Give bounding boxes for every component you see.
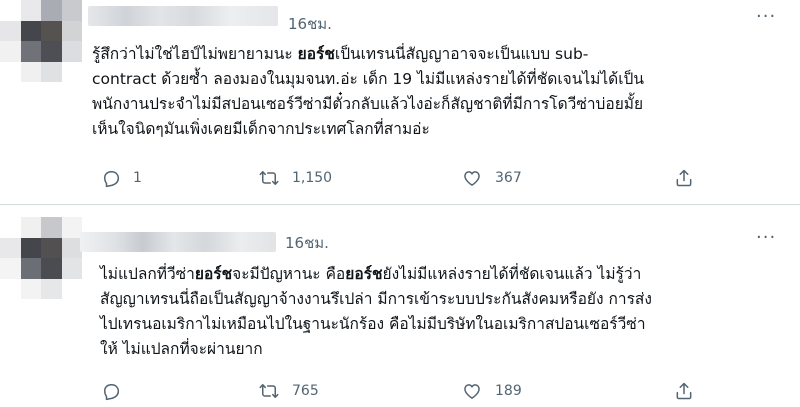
more-options-icon[interactable]: ··· — [756, 6, 776, 27]
reply-button[interactable]: 1 — [101, 168, 142, 188]
tweet-line: สัญญาเทรนนี่ถือเป็นสัญญาจ้างงานรึเปล่า ม… — [100, 290, 652, 308]
text-segment: ยังไม่มีแหล่งรายได้ที่ชัดเจนแล้ว ไม่รู้ว… — [382, 265, 642, 283]
bold-name: ยอร์ช — [194, 265, 233, 283]
retweet-button[interactable]: 1,150 — [258, 168, 332, 188]
retweet-count: 765 — [292, 383, 319, 399]
tweet-text: รู้สึกว่าไม่ใช่ไฮป์ไม่พยายามนะ ยอร์ชเป็น… — [92, 42, 644, 142]
tweet-line: contract ด้วยซ้ำ ลองมองในมุมจนท.อ่ะ เด็ก… — [92, 70, 644, 88]
timestamp[interactable]: 16ชม. — [285, 231, 329, 255]
bold-name: ยอร์ช — [345, 265, 383, 283]
like-icon — [464, 171, 480, 186]
like-button[interactable]: 367 — [461, 168, 522, 188]
tweet-line: ให้ ไม่แปลกที่จะผ่านยาก — [100, 340, 263, 358]
bold-name: ยอร์ช — [297, 45, 335, 63]
reply-count: 1 — [133, 170, 142, 186]
tweet-line: พนักงานประจำไม่มีสปอนเซอร์วีซ่ามีตั๋วกลั… — [92, 95, 644, 113]
tweet-line: เห็นใจนิดๆมันเพิ่งเคยมีเด็กจากประเทศโลกท… — [92, 120, 430, 138]
like-count: 189 — [495, 383, 522, 399]
reply-icon — [104, 171, 120, 188]
reply-button[interactable] — [101, 381, 133, 401]
share-button[interactable] — [674, 381, 694, 401]
tweet-2[interactable]: 16ชม. ··· ไม่แปลกที่วีซ่ายอร์ชจะมีปัญหาน… — [0, 205, 800, 407]
retweet-count: 1,150 — [292, 170, 333, 186]
text-segment: จะมีปัญหานะ คือ — [232, 265, 346, 283]
retweet-icon — [259, 171, 279, 185]
text-segment: รู้สึกว่าไม่ใช่ไฮป์ไม่พยายามนะ — [92, 45, 298, 63]
reply-icon — [104, 384, 120, 401]
avatar[interactable] — [0, 0, 82, 82]
share-button[interactable] — [674, 168, 694, 188]
tweet-line: ไปเทรนอเมริกาไม่เหมือนไปในฐานะนักร้อง คื… — [100, 315, 646, 333]
avatar[interactable] — [0, 217, 82, 299]
text-segment: ไม่แปลกที่วีซ่า — [100, 265, 195, 283]
more-options-icon[interactable]: ··· — [756, 227, 776, 248]
share-icon — [676, 382, 692, 400]
blurred-username[interactable] — [88, 6, 278, 26]
tweet-line: รู้สึกว่าไม่ใช่ไฮป์ไม่พยายามนะ ยอร์ชเป็น… — [92, 42, 644, 67]
tweet-text: ไม่แปลกที่วีซ่ายอร์ชจะมีปัญหานะ คือยอร์ช… — [100, 262, 652, 362]
like-button[interactable]: 189 — [461, 381, 522, 401]
like-count: 367 — [495, 170, 522, 186]
tweet-1[interactable]: 16ชม. ··· รู้สึกว่าไม่ใช่ไฮป์ไม่พยายามนะ… — [0, 0, 800, 205]
text-segment: เป็นเทรนนี่สัญญาอาจจะเป็นแบบ sub- — [334, 45, 589, 63]
timestamp[interactable]: 16ชม. — [288, 12, 332, 36]
retweet-button[interactable]: 765 — [258, 381, 319, 401]
like-icon — [464, 384, 480, 399]
share-icon — [676, 169, 692, 187]
retweet-icon — [259, 384, 279, 398]
tweet-line: ไม่แปลกที่วีซ่ายอร์ชจะมีปัญหานะ คือยอร์ช… — [100, 262, 652, 287]
blurred-username[interactable] — [80, 232, 276, 252]
